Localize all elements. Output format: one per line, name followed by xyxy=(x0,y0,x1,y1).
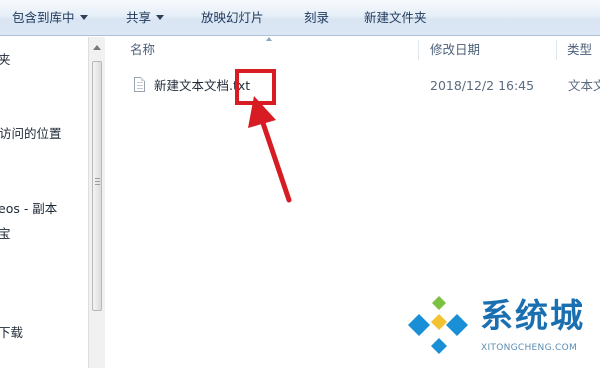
slideshow-button[interactable]: 放映幻灯片 xyxy=(201,0,264,36)
watermark-url: XITONGCHENG.COM xyxy=(481,343,578,353)
navigation-pane: 夹 访问的位置 eos - 副本 宝 下载 xyxy=(0,37,88,368)
include-in-library-button[interactable]: 包含到库中 xyxy=(12,0,88,36)
column-divider[interactable] xyxy=(418,40,419,60)
file-type: 文本文 xyxy=(568,78,600,93)
watermark-brand: 系统城 xyxy=(480,296,585,335)
column-header-type[interactable]: 类型 xyxy=(567,37,592,63)
watermark-logo-icon xyxy=(408,296,468,354)
new-folder-label: 新建文件夹 xyxy=(364,10,427,25)
command-bar: 包含到库中 共享 放映幻灯片 刻录 新建文件夹 xyxy=(0,0,600,36)
file-row[interactable]: 新建文本文档.txt 2018/12/2 16:45 文本文 xyxy=(125,74,600,98)
text-document-icon xyxy=(134,77,145,92)
burn-button[interactable]: 刻录 xyxy=(304,0,329,36)
column-header-date[interactable]: 修改日期 xyxy=(430,37,480,63)
sort-ascending-icon xyxy=(266,37,272,41)
file-modified-date: 2018/12/2 16:45 xyxy=(430,78,535,93)
nav-item-videos-copy[interactable]: eos - 副本 xyxy=(0,198,57,217)
column-header-name[interactable]: 名称 xyxy=(130,37,155,63)
extension-highlight-box xyxy=(235,69,276,105)
burn-label: 刻录 xyxy=(304,10,330,25)
scrollbar-thumb[interactable] xyxy=(92,61,102,311)
scroll-up-arrow-icon[interactable] xyxy=(93,45,101,50)
share-button[interactable]: 共享 xyxy=(126,0,165,36)
chevron-down-icon xyxy=(79,15,88,20)
grip-line xyxy=(95,178,100,179)
column-divider[interactable] xyxy=(556,40,557,60)
include-in-library-label: 包含到库中 xyxy=(12,10,75,25)
nav-scrollbar[interactable] xyxy=(88,37,105,368)
slideshow-label: 放映幻灯片 xyxy=(201,10,264,25)
nav-item-recent-places[interactable]: 访问的位置 xyxy=(0,123,62,142)
chevron-down-icon xyxy=(156,15,165,20)
nav-item-favorites[interactable]: 夹 xyxy=(0,49,11,68)
nav-item-downloads[interactable]: 下载 xyxy=(0,322,23,341)
share-label: 共享 xyxy=(126,10,152,25)
new-folder-button[interactable]: 新建文件夹 xyxy=(364,0,427,36)
grip-line xyxy=(95,181,100,182)
file-name-base: 新建文本文档. xyxy=(154,78,233,93)
nav-item-treasure[interactable]: 宝 xyxy=(0,223,11,242)
grip-line xyxy=(95,184,100,185)
